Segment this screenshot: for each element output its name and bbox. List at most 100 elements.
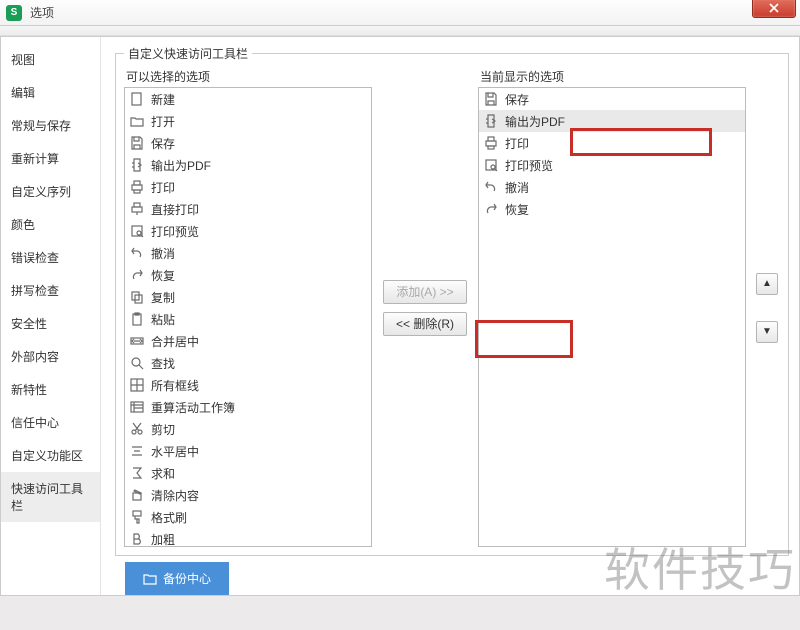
redo-icon	[483, 201, 499, 217]
item-label: 直接打印	[151, 201, 199, 218]
item-label: 剪切	[151, 421, 175, 438]
move-up-button[interactable]: ▲	[756, 273, 778, 295]
list-item[interactable]: 格式刷	[125, 506, 371, 528]
sum-icon	[129, 465, 145, 481]
sidebar-item[interactable]: 重新计算	[1, 142, 100, 175]
main-area: 视图编辑常规与保存重新计算自定义序列颜色错误检查拼写检查安全性外部内容新特性信任…	[0, 36, 800, 596]
list-item[interactable]: 所有框线	[125, 374, 371, 396]
item-label: 打印	[151, 179, 175, 196]
available-listbox[interactable]: 新建打开保存输出为PDF 打印直接打印打印预览撤消恢复复制粘贴合并居中查找所有框线…	[124, 87, 372, 547]
open-icon	[129, 113, 145, 129]
bold-icon	[129, 531, 145, 547]
available-column: 可以选择的选项 新建打开保存输出为PDF 打印直接打印打印预览撤消恢复复制粘贴合并…	[124, 68, 372, 547]
sidebar-item[interactable]: 新特性	[1, 373, 100, 406]
find-icon	[129, 355, 145, 371]
sidebar-item[interactable]: 信任中心	[1, 406, 100, 439]
sidebar-item[interactable]: 常规与保存	[1, 109, 100, 142]
list-item[interactable]: 输出为PDF	[125, 154, 371, 176]
paste-icon	[129, 311, 145, 327]
remove-button[interactable]: << 删除(R)	[383, 312, 467, 336]
sidebar-item[interactable]: 视图	[1, 43, 100, 76]
list-item[interactable]: 重算活动工作簿	[125, 396, 371, 418]
list-item[interactable]: 打印	[125, 176, 371, 198]
item-label: 撤消	[505, 179, 529, 196]
sidebar-item[interactable]: 拼写检查	[1, 274, 100, 307]
item-label: 重算活动工作簿	[151, 399, 235, 416]
list-item[interactable]: 粘贴	[125, 308, 371, 330]
move-down-button[interactable]: ▼	[756, 321, 778, 343]
ribbon-strip	[0, 26, 800, 36]
clear-icon	[129, 487, 145, 503]
list-item[interactable]: 恢复	[479, 198, 745, 220]
list-item[interactable]: 剪切	[125, 418, 371, 440]
close-button[interactable]	[752, 0, 796, 18]
print-icon	[483, 135, 499, 151]
list-item[interactable]: 合并居中	[125, 330, 371, 352]
sidebar-item[interactable]: 快速访问工具栏	[1, 472, 100, 522]
list-item[interactable]: 撤消	[125, 242, 371, 264]
item-label: 求和	[151, 465, 175, 482]
titlebar: S 选项	[0, 0, 800, 26]
list-item[interactable]: 求和	[125, 462, 371, 484]
content-panel: 自定义快速访问工具栏 可以选择的选项 新建打开保存输出为PDF打印直接打印打印预…	[101, 37, 799, 595]
save-icon	[129, 135, 145, 151]
format-painter-icon	[129, 509, 145, 525]
sidebar-item[interactable]: 错误检查	[1, 241, 100, 274]
list-item[interactable]: 恢复	[125, 264, 371, 286]
merge-icon	[129, 333, 145, 349]
sidebar-item[interactable]: 自定义序列	[1, 175, 100, 208]
sidebar-item[interactable]: 编辑	[1, 76, 100, 109]
item-label: 恢复	[151, 267, 175, 284]
current-column: 当前显示的选项 保存输出为PDF 打印打印预览撤消恢复	[478, 68, 746, 547]
folder-icon	[143, 572, 157, 586]
direct-print-icon	[129, 201, 145, 217]
copy-icon	[129, 289, 145, 305]
item-label: 打印预览	[505, 157, 553, 174]
list-item[interactable]: 撤消	[479, 176, 745, 198]
item-label: 打开	[151, 113, 175, 130]
backup-center-button[interactable]: 备份中心	[125, 562, 229, 595]
category-sidebar: 视图编辑常规与保存重新计算自定义序列颜色错误检查拼写检查安全性外部内容新特性信任…	[1, 37, 101, 595]
sidebar-item[interactable]: 颜色	[1, 208, 100, 241]
footer: 备份中心	[115, 556, 789, 601]
item-label: 恢复	[505, 201, 529, 218]
list-item[interactable]: 直接打印	[125, 198, 371, 220]
list-item[interactable]: 打印	[479, 132, 745, 154]
list-item[interactable]: 加粗	[125, 528, 371, 547]
list-item[interactable]: 打印预览	[479, 154, 745, 176]
list-item[interactable]: 保存	[125, 132, 371, 154]
sidebar-item[interactable]: 自定义功能区	[1, 439, 100, 472]
list-item[interactable]: 新建	[125, 88, 371, 110]
current-label: 当前显示的选项	[478, 68, 746, 85]
item-label: 撤消	[151, 245, 175, 262]
list-item[interactable]: 打开	[125, 110, 371, 132]
list-item[interactable]: 保存	[479, 88, 745, 110]
save-icon	[483, 91, 499, 107]
sidebar-item[interactable]: 安全性	[1, 307, 100, 340]
current-listbox[interactable]: 保存输出为PDF 打印打印预览撤消恢复	[478, 87, 746, 547]
item-label: 打印预览	[151, 223, 199, 240]
item-label: 保存	[505, 91, 529, 108]
hcenter-icon	[129, 443, 145, 459]
item-label: 打印	[505, 135, 529, 152]
app-icon: S	[6, 5, 22, 21]
list-item[interactable]: 打印预览	[125, 220, 371, 242]
item-label: 粘贴	[151, 311, 175, 328]
print-icon	[129, 179, 145, 195]
list-item[interactable]: 复制	[125, 286, 371, 308]
window-title: 选项	[30, 4, 54, 21]
cut-icon	[129, 421, 145, 437]
item-label: 加粗	[151, 531, 175, 548]
list-item[interactable]: 水平居中	[125, 440, 371, 462]
add-button[interactable]: 添加(A) >>	[383, 280, 467, 304]
backup-label: 备份中心	[163, 570, 211, 587]
list-item[interactable]: 清除内容	[125, 484, 371, 506]
available-label: 可以选择的选项	[124, 68, 372, 85]
list-item[interactable]: 输出为PDF	[479, 110, 745, 132]
list-item[interactable]: 查找	[125, 352, 371, 374]
borders-icon	[129, 377, 145, 393]
sidebar-item[interactable]: 外部内容	[1, 340, 100, 373]
new-icon	[129, 91, 145, 107]
item-label: 复制	[151, 289, 175, 306]
group-legend: 自定义快速访问工具栏	[124, 45, 252, 62]
